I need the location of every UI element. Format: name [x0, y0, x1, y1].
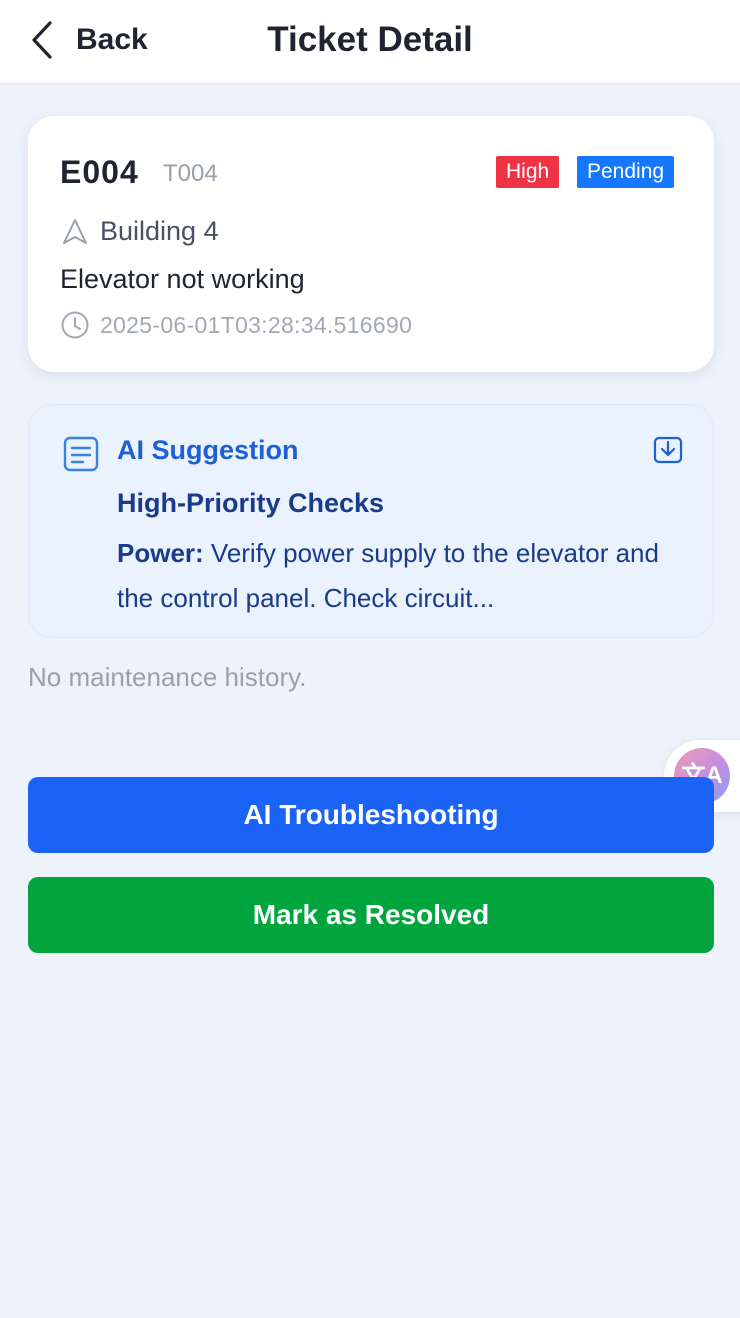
navigation-arrow-icon [63, 218, 87, 244]
ticket-description: Elevator not working [60, 264, 305, 294]
mark-resolved-button[interactable]: Mark as Resolved [28, 877, 714, 953]
ai-troubleshooting-button[interactable]: AI Troubleshooting [28, 777, 714, 853]
location-row: Building 4 [60, 216, 219, 247]
timestamp-row: 2025-06-01T03:28:34.516690 [60, 310, 412, 340]
download-icon[interactable] [653, 435, 683, 465]
ticket-timestamp: 2025-06-01T03:28:34.516690 [100, 311, 413, 338]
priority-badge: High [496, 156, 560, 188]
clock-icon [61, 311, 89, 339]
ai-suggestion-heading: High-Priority Checks [117, 488, 385, 518]
top-navbar: Back Ticket Detail [0, 0, 740, 84]
ticket-equipment-id: E004 [60, 154, 139, 190]
maintenance-history-empty: No maintenance history. [28, 662, 307, 692]
ticket-summary-card: E004 T004 High Pending Building 4 Elevat… [28, 116, 714, 372]
document-icon [63, 436, 99, 472]
ai-suggestion-title: AI Suggestion [117, 435, 299, 465]
page-title: Ticket Detail [267, 20, 473, 59]
location-text: Building 4 [100, 216, 219, 246]
ai-suggestion-body: Power: Verify power supply to the elevat… [117, 531, 685, 621]
ai-suggestion-card[interactable]: AI Suggestion High-Priority Checks Power… [28, 404, 714, 638]
ai-body-label: Power: [117, 538, 204, 568]
ticket-code: T004 [163, 160, 218, 187]
status-badge: Pending [577, 156, 675, 188]
